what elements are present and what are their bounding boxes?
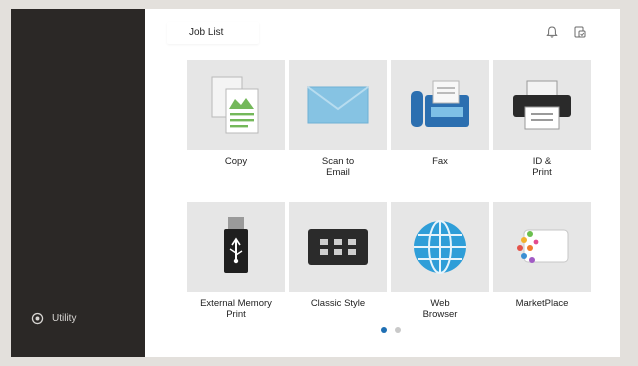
fax-icon — [411, 80, 469, 127]
tile-external-memory-print[interactable]: External Memory Print — [187, 202, 285, 320]
tile-label-text: MarketPlace — [515, 298, 569, 309]
tile-label-text: Scan to Email — [321, 156, 355, 178]
tile-marketplace[interactable]: MarketPlace — [493, 202, 591, 309]
page-dot-2[interactable] — [395, 327, 401, 333]
tile-classic-style[interactable]: Classic Style — [289, 202, 387, 309]
tile-id-print[interactable]: ID & Print — [493, 60, 591, 178]
utility-label: Utility — [52, 313, 77, 324]
tile-fax[interactable]: Fax — [391, 60, 489, 167]
page-indicator — [381, 327, 401, 333]
tile-label-text: Fax — [432, 156, 448, 167]
tile-web-browser[interactable]: Web Browser — [391, 202, 489, 320]
globe-icon — [414, 220, 466, 274]
tile-label: Web Browser — [391, 298, 489, 320]
tile-label: Fax — [391, 156, 489, 167]
job-list-button[interactable]: Job List — [167, 22, 259, 44]
tile-label-text: Copy — [224, 156, 248, 167]
tile-label: External Memory Print — [187, 298, 285, 320]
page-dot-1[interactable] — [381, 327, 387, 333]
tile-label: Copy — [187, 156, 285, 167]
tile-label: MarketPlace — [493, 298, 591, 309]
function-grid: Copy Scan to Email Fax ID & Print Extern… — [187, 60, 591, 330]
keypad-icon — [308, 229, 368, 265]
tile-copy[interactable]: Copy — [187, 60, 285, 167]
device-status-icon[interactable] — [573, 25, 587, 39]
tile-label: Classic Style — [289, 298, 387, 309]
marketplace-icon — [517, 229, 569, 263]
tile-label-text: ID & Print — [532, 156, 552, 178]
usb-drive-icon — [224, 217, 248, 273]
tile-label-text: External Memory Print — [200, 298, 272, 320]
envelope-icon — [307, 86, 369, 124]
sidebar: Utility — [11, 9, 145, 357]
printer-icon — [513, 80, 571, 130]
copy-icon — [211, 76, 259, 134]
tile-label-text: Classic Style — [310, 298, 366, 309]
tile-label: Scan to Email — [289, 156, 387, 178]
main-panel: Job List Copy Scan to Email Fax ID & Pri… — [145, 9, 620, 357]
top-icons — [545, 25, 587, 39]
job-list-label: Job List — [189, 27, 224, 38]
tile-label: ID & Print — [493, 156, 591, 178]
tile-label-text: Web Browser — [422, 298, 458, 320]
tile-scan-to-email[interactable]: Scan to Email — [289, 60, 387, 178]
bell-icon[interactable] — [545, 25, 559, 39]
gear-icon — [31, 312, 44, 325]
utility-button[interactable]: Utility — [31, 312, 76, 325]
device-screen: Utility Job List Copy Scan to Email Fax … — [11, 9, 620, 357]
